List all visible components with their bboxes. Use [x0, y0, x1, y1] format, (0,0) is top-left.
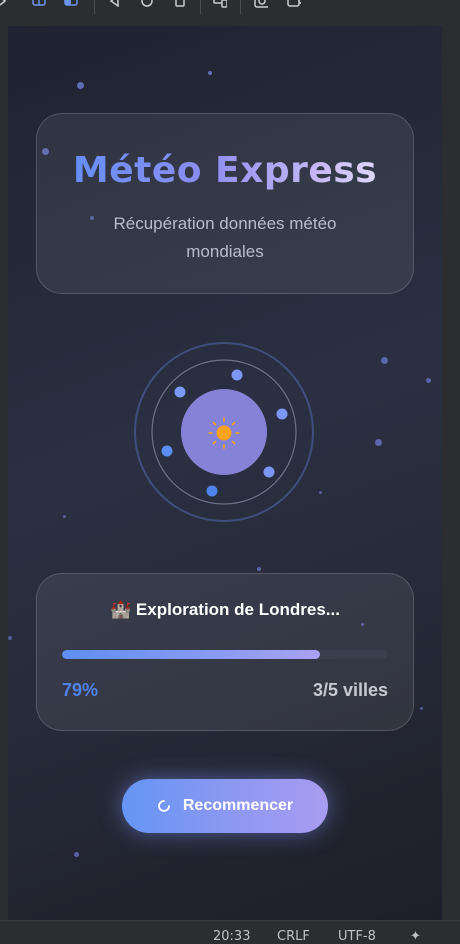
progress-percent: 79% [62, 680, 99, 700]
orbit-dot [174, 386, 186, 398]
star-particle [420, 707, 423, 710]
back-icon[interactable] [108, 0, 122, 8]
orbit-dot [231, 369, 243, 381]
orbit-dot [263, 466, 275, 478]
home-icon[interactable] [140, 0, 154, 8]
restart-button-label: Recommencer [182, 797, 294, 814]
progress-card: 🏰 Exploration de Londres... 79% 3/5 vill… [36, 573, 414, 731]
refresh-icon [157, 799, 171, 813]
restart-button[interactable]: Recommencer [122, 779, 328, 833]
device-mirror-icon[interactable] [64, 0, 78, 8]
star-particle [77, 82, 84, 89]
orbit-dot [276, 408, 288, 420]
ide-statusbar: 20:33 CRLF UTF-8 ✦ [0, 920, 460, 944]
rotate-device-icon[interactable] [213, 0, 227, 8]
orbit-dot [161, 445, 173, 457]
app-title: Météo Express [37, 150, 413, 191]
star-particle [426, 378, 431, 383]
orbit-loader [134, 342, 314, 522]
screen-record-icon[interactable] [287, 0, 301, 8]
orbit-dot [206, 485, 218, 497]
status-line-ending[interactable]: CRLF [277, 929, 310, 944]
star-particle [63, 515, 66, 518]
emulator-frame [442, 22, 460, 920]
progress-bar-fill [62, 650, 320, 659]
app-screen: Météo Express Récupération données météo… [8, 26, 442, 920]
star-particle [375, 439, 382, 446]
device-frame-icon[interactable] [32, 0, 46, 8]
overview-icon[interactable] [173, 0, 187, 8]
camera-icon[interactable] [254, 0, 268, 8]
ide-toolbar [0, 0, 460, 22]
star-particle [74, 852, 79, 857]
header-card: Météo Express Récupération données météo… [36, 113, 414, 294]
progress-status: 🏰 Exploration de Londres... [110, 600, 340, 619]
star-particle [208, 71, 212, 75]
star-particle [319, 491, 322, 494]
status-time: 20:33 [213, 929, 251, 944]
star-particle [257, 567, 261, 571]
progress-bar [62, 650, 388, 659]
app-subtitle: Récupération données météo mondiales [113, 214, 337, 261]
chevron-icon[interactable] [0, 0, 10, 8]
progress-count: 3/5 villes [312, 680, 388, 700]
status-encoding[interactable]: UTF-8 [338, 929, 376, 944]
ai-assistant-icon[interactable]: ✦ [410, 929, 421, 944]
star-particle [8, 636, 12, 640]
star-particle [381, 357, 388, 364]
